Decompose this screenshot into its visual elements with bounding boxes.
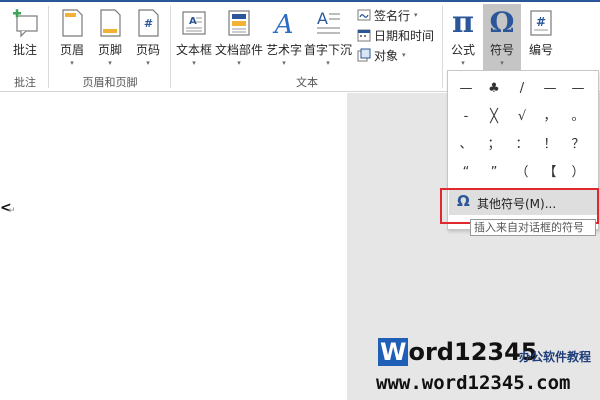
chevron-down-icon: ▾	[402, 51, 406, 59]
omega-icon: Ω	[489, 6, 515, 39]
signature-icon	[357, 8, 371, 22]
symbol-cell[interactable]: ♣	[480, 75, 508, 102]
object-label: 对象	[374, 48, 399, 63]
number-button[interactable]: # 编号	[522, 6, 560, 68]
header-icon	[62, 9, 83, 37]
header-button[interactable]: 页眉 ▾	[54, 6, 90, 68]
quick-parts-button-label: 文档部件	[214, 43, 263, 57]
calendar-icon	[357, 28, 371, 42]
symbol-cell[interactable]: ，	[536, 103, 564, 130]
symbol-cell[interactable]: —	[564, 75, 592, 102]
symbol-cell[interactable]: √	[508, 103, 536, 130]
page-number-button[interactable]: # 页码 ▾	[130, 6, 166, 68]
new-comment-icon	[13, 9, 38, 38]
symbol-cell[interactable]: -	[452, 103, 480, 130]
chevron-down-icon: ▾	[414, 11, 418, 19]
comment-group-label: 批注	[14, 76, 36, 89]
symbol-button-label: 符号	[489, 43, 514, 57]
date-time-label: 日期和时间	[374, 28, 435, 43]
chevron-down-icon: ▾	[500, 59, 504, 67]
text-group-label: 文本	[296, 76, 318, 89]
symbol-cell[interactable]: /	[508, 75, 536, 102]
equation-button[interactable]: π 公式 ▾	[444, 6, 482, 68]
wordart-icon: A	[273, 10, 294, 38]
chevron-down-icon: ▾	[282, 59, 286, 67]
watermark-logo: Word12345	[378, 338, 537, 366]
page-number-button-label: 页码	[135, 43, 160, 57]
dropcap-icon: A	[317, 9, 340, 34]
textbox-button[interactable]: A 文本框 ▾	[174, 6, 214, 68]
symbol-cell[interactable]: 。	[564, 103, 592, 130]
chevron-down-icon: ▾	[146, 59, 150, 67]
chevron-down-icon: ▾	[326, 59, 330, 67]
chevron-down-icon: ▾	[70, 59, 74, 67]
number-button-label: 编号	[528, 43, 553, 57]
symbol-cell[interactable]: ）	[564, 159, 592, 186]
watermark-url: www.word12345.com	[376, 372, 571, 394]
group-divider	[442, 6, 443, 88]
header-button-label: 页眉	[59, 43, 84, 57]
symbol-cell[interactable]: —	[452, 75, 480, 102]
chevron-down-icon: ▾	[192, 59, 196, 67]
chevron-down-icon: ▾	[237, 59, 241, 67]
paragraph-mark: ↵	[8, 206, 16, 216]
symbol-cell[interactable]: ；	[480, 131, 508, 158]
symbol-cell[interactable]: ”	[480, 159, 508, 186]
symbol-cell[interactable]: 【	[536, 159, 564, 186]
wordart-button[interactable]: A 艺术字 ▾	[264, 6, 304, 68]
header-footer-group-label: 页眉和页脚	[82, 76, 138, 89]
chevron-down-icon: ▾	[461, 59, 465, 67]
footer-button[interactable]: 页脚 ▾	[92, 6, 128, 68]
symbol-cell[interactable]: —	[536, 75, 564, 102]
watermark: Word12345 办公软件教程 www.word12345.com	[373, 338, 600, 400]
number-icon: #	[530, 10, 552, 36]
comment-button-label: 批注	[12, 43, 37, 57]
pi-icon: π	[452, 5, 474, 40]
wordart-glyph: A	[273, 10, 294, 38]
date-time-button[interactable]: 日期和时间	[357, 26, 434, 44]
object-button[interactable]: 对象 ▾	[357, 46, 406, 64]
symbol-cell[interactable]: ！	[536, 131, 564, 158]
group-divider	[48, 6, 49, 88]
more-symbols-tooltip: 插入来自对话框的符号	[470, 219, 596, 236]
dropcap-button[interactable]: A 首字下沉 ▾	[304, 6, 352, 68]
ribbon-top-border	[0, 0, 600, 2]
symbol-cell[interactable]: 、	[452, 131, 480, 158]
dropcap-button-label: 首字下沉	[304, 43, 353, 57]
document-page[interactable]	[0, 93, 347, 400]
group-divider	[170, 6, 171, 88]
svg-text:A: A	[189, 16, 197, 27]
page-number-glyph: #	[144, 17, 153, 30]
textbox-icon: A	[182, 11, 206, 35]
footer-icon	[100, 9, 121, 37]
object-icon	[357, 48, 371, 62]
signature-line-button[interactable]: 签名行 ▾	[357, 6, 418, 24]
svg-text:A: A	[317, 9, 328, 28]
symbol-cell[interactable]: “	[452, 159, 480, 186]
symbol-button[interactable]: Ω 符号 ▾	[483, 4, 521, 70]
equation-button-label: 公式	[450, 43, 475, 57]
textbox-button-label: 文本框	[175, 43, 212, 57]
symbol-cell[interactable]: ？	[564, 131, 592, 158]
watermark-logo-w: W	[378, 338, 409, 366]
quick-parts-icon	[228, 10, 250, 36]
symbol-cell[interactable]: ：	[508, 131, 536, 158]
chevron-down-icon: ▾	[108, 59, 112, 67]
watermark-tagline: 办公软件教程	[519, 350, 592, 364]
wordart-button-label: 艺术字	[265, 43, 302, 57]
number-glyph: #	[536, 15, 546, 29]
page-number-icon: #	[138, 9, 159, 37]
quick-parts-button[interactable]: 文档部件 ▾	[214, 6, 264, 68]
symbol-cell[interactable]: （	[508, 159, 536, 186]
footer-button-label: 页脚	[97, 43, 122, 57]
comment-button[interactable]: 批注	[4, 6, 46, 68]
signature-line-label: 签名行	[374, 8, 411, 23]
symbol-cell[interactable]: ╳	[480, 103, 508, 130]
